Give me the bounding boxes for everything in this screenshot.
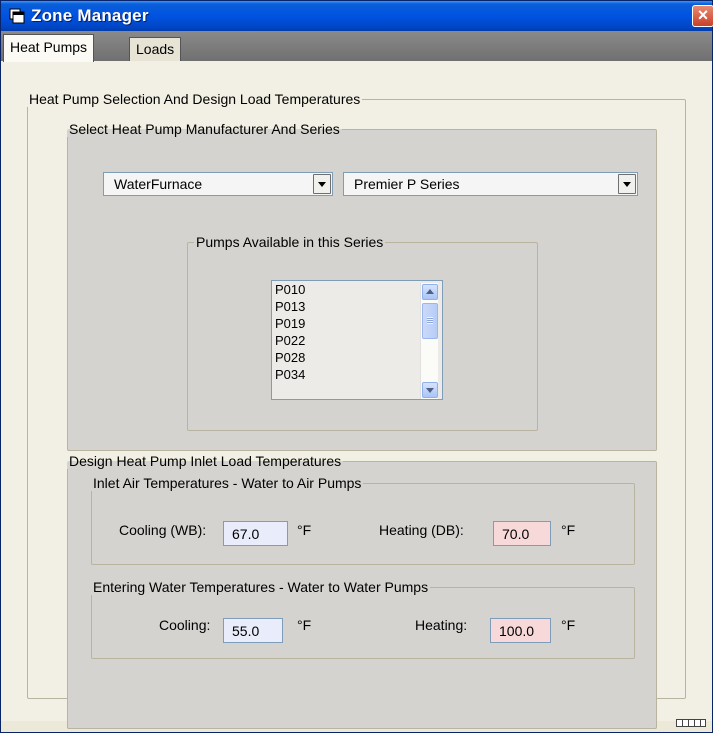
entering-water-legend: Entering Water Temperatures - Water to W…	[93, 579, 429, 595]
tab-strip-background	[1, 31, 712, 61]
list-item[interactable]: P010	[275, 281, 305, 298]
resize-grip-icon[interactable]	[676, 719, 706, 727]
manufacturer-dropdown-arrow-icon[interactable]	[313, 174, 331, 194]
pumps-list-scrollbar[interactable]	[420, 283, 438, 399]
water-cooling-unit: °F	[297, 617, 312, 633]
tab-strip: Heat Pumps Loads	[1, 31, 712, 62]
close-button[interactable]: ×	[692, 5, 713, 27]
list-item[interactable]: P013	[275, 298, 305, 315]
inlet-air-legend: Inlet Air Temperatures - Water to Air Pu…	[93, 475, 362, 491]
scroll-down-icon[interactable]	[422, 382, 438, 398]
air-heating-unit: °F	[561, 522, 576, 538]
air-heating-input[interactable]: 70.0	[493, 521, 551, 546]
design-temps-legend: Design Heat Pump Inlet Load Temperatures	[69, 453, 342, 469]
water-cooling-input[interactable]: 55.0	[223, 618, 283, 643]
scroll-thumb[interactable]	[422, 303, 438, 339]
manufacturer-dropdown[interactable]: WaterFurnace	[103, 172, 333, 196]
list-item[interactable]: P019	[275, 315, 305, 332]
tab-loads[interactable]: Loads	[129, 37, 182, 61]
tab-heat-pumps[interactable]: Heat Pumps	[3, 34, 95, 62]
water-heating-label: Heating:	[415, 617, 468, 633]
series-value: Premier P Series	[354, 176, 460, 192]
series-dropdown[interactable]: Premier P Series	[343, 172, 638, 196]
selection-group-legend: Heat Pump Selection And Design Load Temp…	[29, 91, 361, 107]
window-app-icon	[9, 8, 25, 24]
zone-manager-window: Zone Manager × Heat Pumps Loads Heat Pum…	[0, 0, 713, 733]
list-item[interactable]: P028	[275, 349, 305, 366]
manufacturer-value: WaterFurnace	[114, 176, 203, 192]
list-item[interactable]: P022	[275, 332, 305, 349]
list-item[interactable]: P034	[275, 366, 305, 383]
pumps-listbox[interactable]: P010 P013 P019 P022 P028 P034	[271, 280, 443, 400]
air-cooling-label: Cooling (WB):	[119, 522, 207, 538]
scroll-up-icon[interactable]	[422, 284, 438, 300]
manufacturer-group-legend: Select Heat Pump Manufacturer And Series	[69, 121, 340, 137]
water-heating-input[interactable]: 100.0	[490, 618, 551, 643]
inlet-air-group: Inlet Air Temperatures - Water to Air Pu…	[91, 475, 635, 565]
water-cooling-label: Cooling:	[159, 617, 211, 633]
window-title: Zone Manager	[31, 6, 149, 25]
pumps-available-legend: Pumps Available in this Series	[196, 234, 384, 250]
title-bar[interactable]: Zone Manager ×	[1, 1, 713, 31]
air-heating-label: Heating (DB):	[379, 522, 464, 538]
air-cooling-unit: °F	[297, 522, 312, 538]
pumps-list-items: P010 P013 P019 P022 P028 P034	[275, 281, 305, 383]
close-icon: ×	[697, 5, 709, 25]
tab-content: Heat Pump Selection And Design Load Temp…	[1, 61, 712, 729]
water-heating-unit: °F	[561, 617, 576, 633]
series-dropdown-arrow-icon[interactable]	[618, 174, 636, 194]
air-cooling-input[interactable]: 67.0	[223, 521, 288, 546]
